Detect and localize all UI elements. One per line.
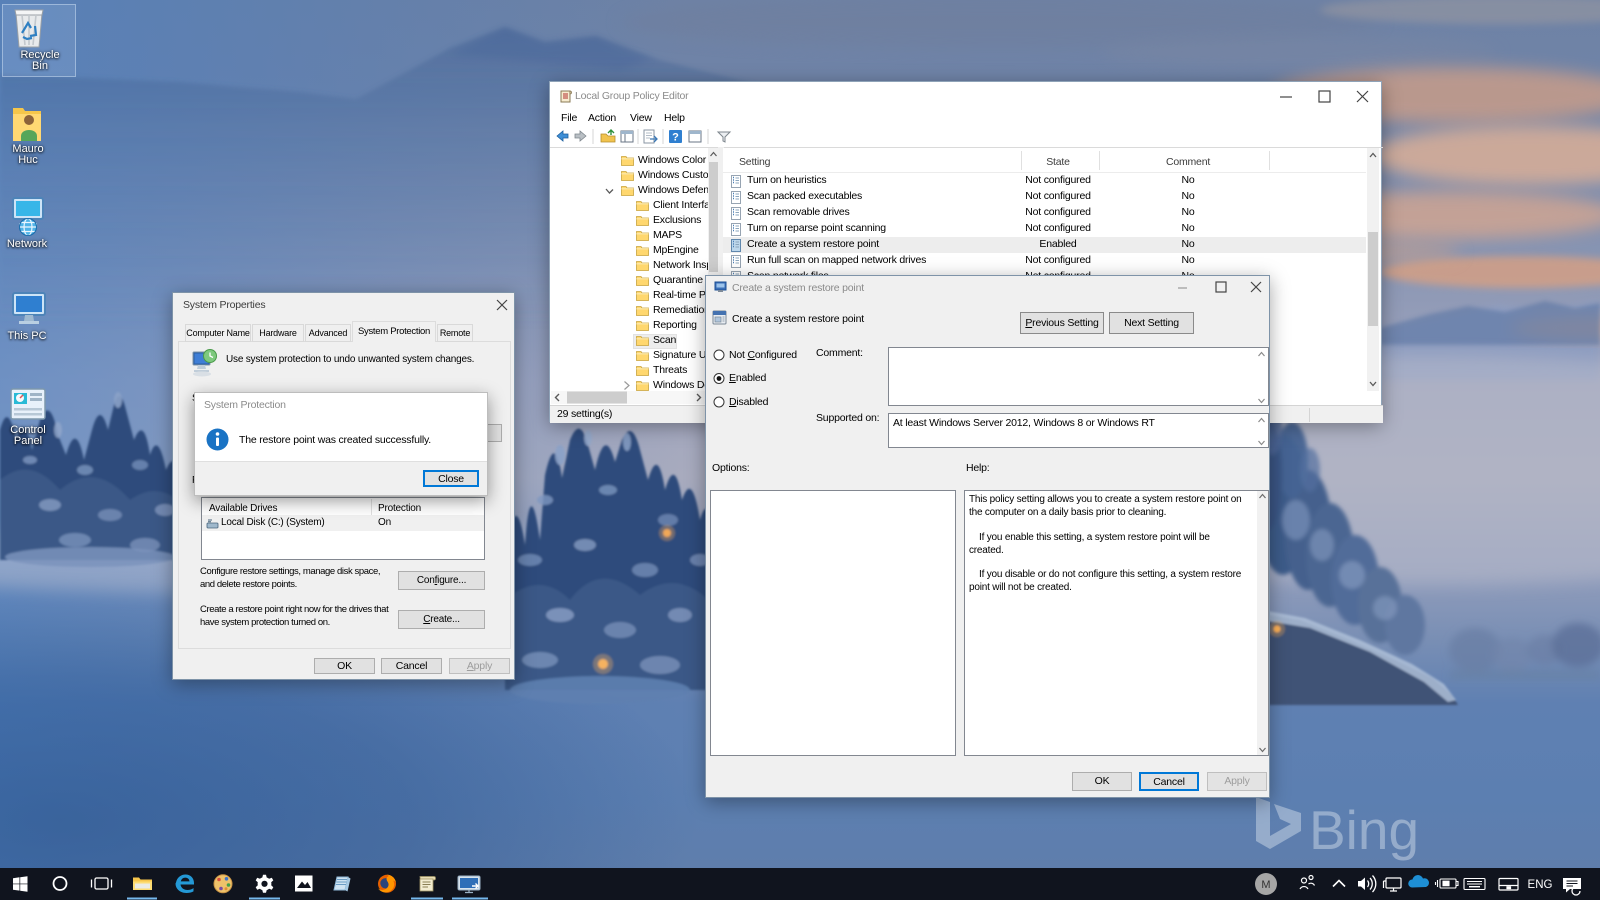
- svg-text:M: M: [1261, 879, 1270, 891]
- svg-text:Bing: Bing: [1309, 799, 1419, 861]
- svg-text:?: ?: [672, 132, 679, 144]
- svg-text:ENG: ENG: [1528, 879, 1553, 891]
